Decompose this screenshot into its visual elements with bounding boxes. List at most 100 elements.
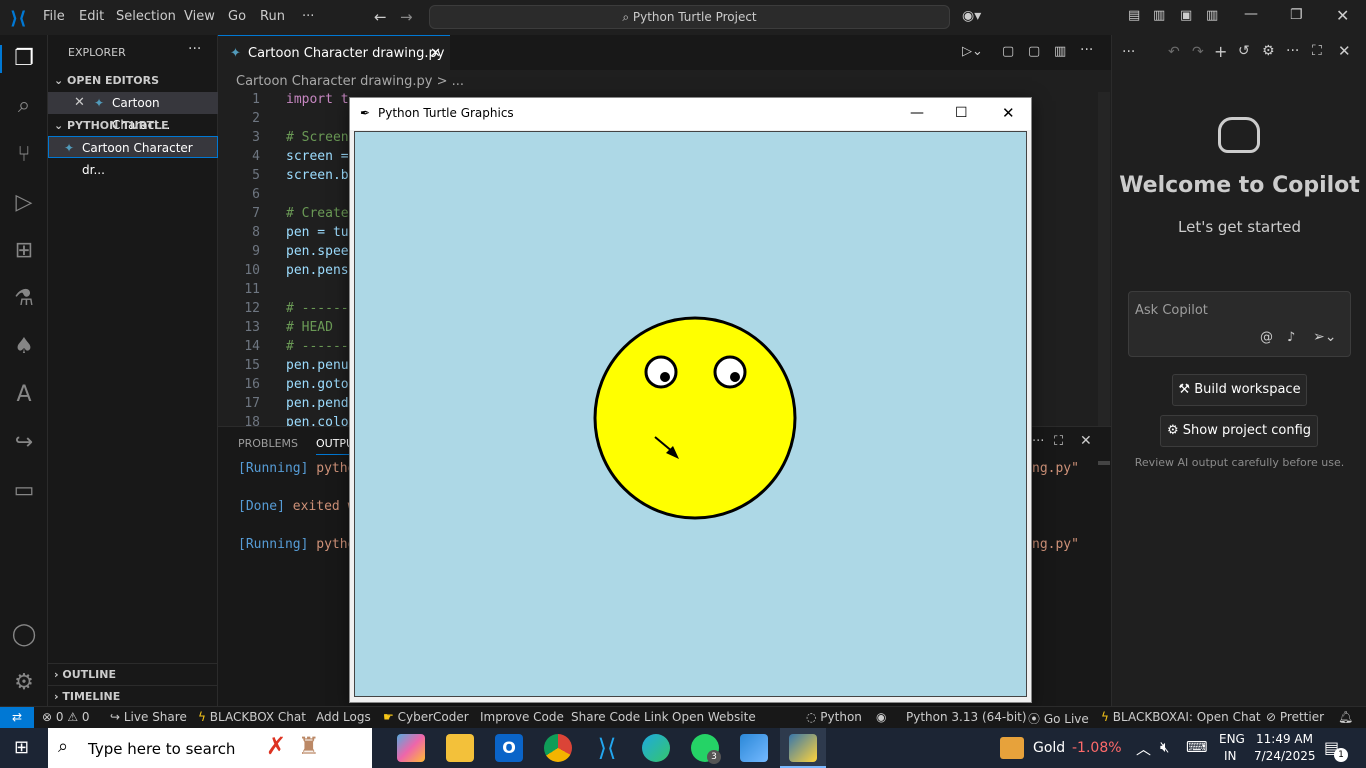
editor-more-icon[interactable]: ··· (1080, 42, 1093, 58)
close-icon[interactable]: ✕ (1336, 6, 1349, 25)
volume-muted-icon[interactable]: 🔇︎ (1160, 738, 1169, 756)
improve-code-status[interactable]: Improve Code (480, 710, 564, 724)
outline-header[interactable]: › OUTLINE (48, 663, 218, 685)
copilot-icon[interactable]: ◉▾ (962, 8, 981, 24)
toggle-icon[interactable]: ▢ (1002, 44, 1014, 59)
timeline-header[interactable]: › TIMELINE (48, 685, 218, 707)
ask-copilot-input[interactable]: Ask Copilot @ ♪ ➢⌄ (1128, 291, 1351, 357)
tab-problems[interactable]: PROBLEMS (238, 437, 298, 450)
menu-edit[interactable]: Edit (79, 9, 104, 24)
live-share-status[interactable]: ↪ Live Share (110, 710, 187, 724)
file-explorer-icon[interactable] (446, 734, 474, 762)
prettier-status[interactable]: ⊘ Prettier (1266, 710, 1324, 724)
live-share-icon[interactable]: ↪ (10, 429, 38, 457)
menu-run[interactable]: Run (260, 9, 285, 24)
python-running-app[interactable] (780, 728, 826, 768)
menu-more[interactable]: ··· (302, 9, 314, 24)
show-hidden-icons-chevron-icon[interactable]: ︿ (1136, 738, 1151, 759)
copilot-status-icon[interactable]: ◉ (876, 710, 886, 724)
remote-explorer-icon[interactable]: ▭ (10, 477, 38, 505)
azure-icon[interactable]: A (10, 381, 38, 409)
close-copilot-icon[interactable]: ✕ (1338, 42, 1351, 60)
explorer-icon[interactable]: ❐ (10, 45, 38, 73)
vscode-taskbar-icon[interactable]: ⟩⟨ (593, 734, 621, 762)
whatsapp-icon[interactable]: 3 (691, 734, 721, 764)
chrome-icon[interactable] (544, 734, 572, 762)
editor-scrollbar[interactable] (1098, 92, 1110, 426)
menu-go[interactable]: Go (228, 9, 246, 24)
open-editor-item[interactable]: ✕ ✦ Cartoon Charact... (48, 92, 218, 132)
restore-icon[interactable]: ❐ (1290, 7, 1303, 23)
keyboard-icon[interactable]: ⌨ (1186, 738, 1208, 756)
layout-icon[interactable]: ▢ (1028, 44, 1040, 59)
editor-tab[interactable]: ✦ Cartoon Character drawing.py ✕ (218, 35, 450, 70)
turtle-canvas[interactable] (354, 131, 1027, 697)
turtle-titlebar[interactable]: ✒ Python Turtle Graphics — ☐ ✕ (350, 98, 1031, 130)
undo-icon[interactable]: ↶ (1168, 44, 1180, 60)
copilot-app-icon[interactable] (397, 734, 425, 762)
cybercoder-status[interactable]: ☛ CyberCoder (383, 710, 469, 724)
problems-status[interactable]: ⊗ 0 ⚠ 0 (42, 710, 90, 724)
turtle-maximize-icon[interactable]: ☐ (955, 98, 968, 128)
customize-layout-icon[interactable]: ▤ (1128, 8, 1140, 23)
blackboxai-status[interactable]: ϟ BLACKBOXAI: Open Chat (1101, 710, 1261, 724)
accounts-icon[interactable]: ◯ (10, 621, 38, 649)
project-header[interactable]: ⌄ PYTHON TURTLE PROJECT (48, 115, 218, 154)
close-panel-icon[interactable]: ✕ (1080, 433, 1092, 449)
menu-file[interactable]: File (43, 9, 65, 24)
windows-start-icon[interactable]: ⊞ (14, 738, 34, 758)
back-arrow-icon[interactable]: ← (374, 8, 387, 26)
turtle-close-icon[interactable]: ✕ (1002, 98, 1015, 128)
clock-time[interactable]: 11:49 AM (1256, 732, 1313, 746)
interpreter-status[interactable]: Python 3.13 (64-bit) (906, 710, 1027, 724)
search-icon[interactable]: ⌕ (10, 92, 38, 120)
breadcrumb[interactable]: Cartoon Character drawing.py > ... (236, 74, 464, 89)
new-chat-icon[interactable]: + (1214, 42, 1227, 61)
history-icon[interactable]: ↺ (1238, 43, 1250, 59)
testing-icon[interactable]: ⚗ (10, 285, 38, 313)
split-editor-icon[interactable]: ▥ (1054, 44, 1066, 59)
maximize-panel-icon[interactable]: ⛶ (1054, 434, 1063, 449)
manage-gear-icon[interactable]: ⚙ (10, 669, 38, 697)
menu-selection[interactable]: Selection (116, 9, 176, 24)
panel-scrollbar[interactable] (1098, 461, 1110, 465)
blackbox-chat-status[interactable]: ϟ BLACKBOX Chat (198, 710, 306, 724)
turtle-minimize-icon[interactable]: — (910, 98, 924, 128)
command-center[interactable]: ⌕ Python Turtle Project (429, 5, 950, 29)
input-language[interactable]: ENG (1219, 732, 1245, 746)
go-live-status[interactable]: ⦿ Go Live (1028, 710, 1089, 727)
extensions-icon[interactable]: ⊞ (10, 237, 38, 265)
settings-gear-icon[interactable]: ⚙ (1262, 43, 1275, 59)
turtle-graphics-window[interactable]: ✒ Python Turtle Graphics — ☐ ✕ (349, 97, 1032, 703)
notifications-bell-icon[interactable]: 🔔︎ (1338, 710, 1353, 724)
close-editor-icon[interactable]: ✕ (74, 92, 85, 114)
panel-more-icon[interactable]: ··· (1032, 434, 1044, 449)
run-debug-icon[interactable]: ▷ (10, 189, 38, 217)
task-view-icon[interactable]: ⧉ (346, 734, 374, 762)
python-icon[interactable]: ♠ (10, 333, 38, 361)
photos-icon[interactable] (740, 734, 768, 762)
outlook-icon[interactable]: O (495, 734, 523, 762)
menu-view[interactable]: View (184, 9, 215, 24)
share-code-link-status[interactable]: Share Code Link (571, 710, 669, 724)
toggle-panel-icon[interactable]: ▣ (1180, 8, 1192, 23)
language-status[interactable]: ◌ Python (806, 710, 862, 724)
toggle-secondary-sidebar-icon[interactable]: ▥ (1206, 8, 1218, 23)
more-actions-icon[interactable]: ··· (188, 41, 201, 57)
mic-icon[interactable]: ♪ (1287, 330, 1295, 345)
stock-name[interactable]: Gold (1033, 740, 1065, 756)
copilot-more-icon[interactable]: ··· (1122, 44, 1135, 60)
add-logs-status[interactable]: Add Logs (316, 710, 371, 724)
redo-icon[interactable]: ↷ (1192, 44, 1204, 60)
show-project-config-button[interactable]: ⚙ Show project config (1160, 415, 1318, 447)
open-editors-header[interactable]: ⌄ OPEN EDITORS (48, 70, 218, 92)
minimize-icon[interactable]: — (1244, 6, 1258, 22)
edge-icon[interactable] (642, 734, 670, 762)
maximize-icon[interactable]: ⛶ (1312, 43, 1322, 59)
taskbar-search-box[interactable]: ⌕ Type here to search ✗ ♜ (48, 728, 372, 768)
send-icon[interactable]: ➢⌄ (1313, 329, 1336, 345)
toggle-sidebar-icon[interactable]: ▥ (1153, 8, 1165, 23)
project-file-item[interactable]: ✦ Cartoon Character dr... (48, 136, 218, 177)
open-website-status[interactable]: Open Website (672, 710, 756, 724)
copilot-overflow-icon[interactable]: ··· (1286, 43, 1299, 59)
